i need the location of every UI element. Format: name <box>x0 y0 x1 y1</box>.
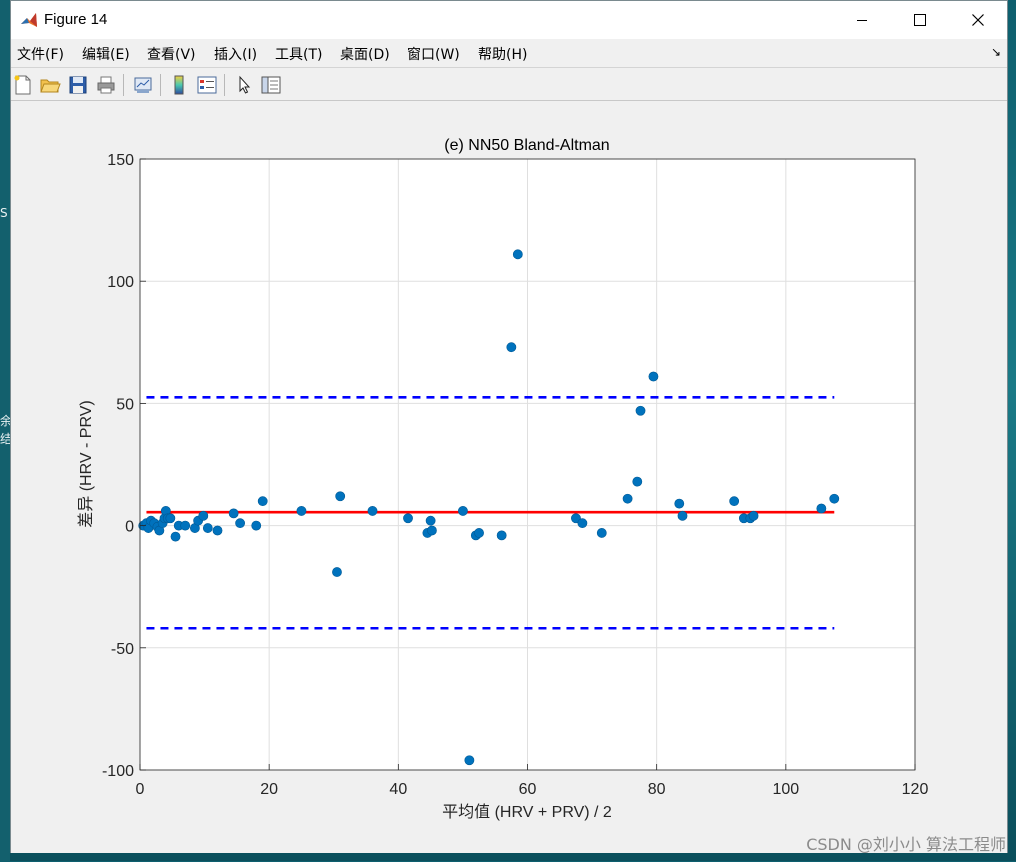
x-tick-label: 80 <box>648 781 666 798</box>
scatter-point <box>577 518 588 529</box>
scatter-point <box>677 510 688 521</box>
x-tick-label: 20 <box>260 781 278 798</box>
scatter-point <box>748 510 759 521</box>
scatter-point <box>829 493 840 504</box>
figure-window: Figure 14 文件(F) 编辑(E) 查看(V) 插入(I) 工具(T) … <box>10 0 1008 853</box>
scatter-point <box>506 342 517 353</box>
scatter-point <box>496 530 507 541</box>
scatter-point <box>632 476 643 487</box>
scatter-point <box>202 523 213 533</box>
scatter-point <box>464 755 475 766</box>
scatter-point <box>235 518 246 529</box>
chart-title: (e) NN50 Bland-Altman <box>444 137 609 154</box>
x-axis-label: 平均值 (HRV + PRV) / 2 <box>442 803 612 821</box>
y-tick-label: -100 <box>102 763 134 780</box>
figure-canvas: 0 20 40 60 80 100 120 -100 -50 0 50 100 150 (e) NN50… <box>11 102 1007 853</box>
scatter-point <box>165 513 176 524</box>
scatter-point <box>674 498 685 509</box>
scatter-point <box>622 493 633 504</box>
x-tick-label: 100 <box>772 781 799 798</box>
x-tick-label: 0 <box>136 781 145 798</box>
scatter-point <box>335 491 346 502</box>
scatter-point <box>816 503 827 514</box>
scatter-point <box>425 515 436 526</box>
scatter-point <box>474 528 484 538</box>
scatter-point <box>596 528 607 538</box>
csdn-watermark: CSDN @刘小小 算法工程师 <box>806 835 1006 854</box>
y-tick-label: 50 <box>116 396 134 413</box>
scatter-point <box>458 506 468 516</box>
scatter-point <box>512 249 523 260</box>
scatter-point <box>427 525 437 536</box>
scatter-point <box>332 567 342 577</box>
x-tick-label: 40 <box>389 781 407 798</box>
scatter-point <box>170 531 181 542</box>
scatter-point <box>729 496 740 507</box>
scatter-point <box>212 525 223 536</box>
x-tick-label: 60 <box>519 781 537 798</box>
scatter-point <box>403 513 413 524</box>
scatter-point <box>648 371 659 382</box>
y-tick-label: 150 <box>107 152 134 169</box>
x-tick-label: 120 <box>902 781 929 798</box>
scatter-point <box>228 508 239 519</box>
y-tick-label: 100 <box>107 274 134 291</box>
scatter-point <box>367 506 378 516</box>
y-tick-label: 0 <box>125 519 134 536</box>
scatter-point <box>180 520 191 531</box>
scatter-point <box>635 405 646 416</box>
y-axis-label: 差异 (HRV - PRV) <box>77 400 95 527</box>
scatter-point <box>257 496 268 507</box>
scatter-point <box>296 506 307 516</box>
y-tick-label: -50 <box>111 641 134 658</box>
scatter-point <box>251 520 262 531</box>
bland-altman-chart: 0 20 40 60 80 100 120 -100 -50 0 50 100 150 (e) NN50… <box>77 137 929 821</box>
scatter-point <box>198 510 209 521</box>
